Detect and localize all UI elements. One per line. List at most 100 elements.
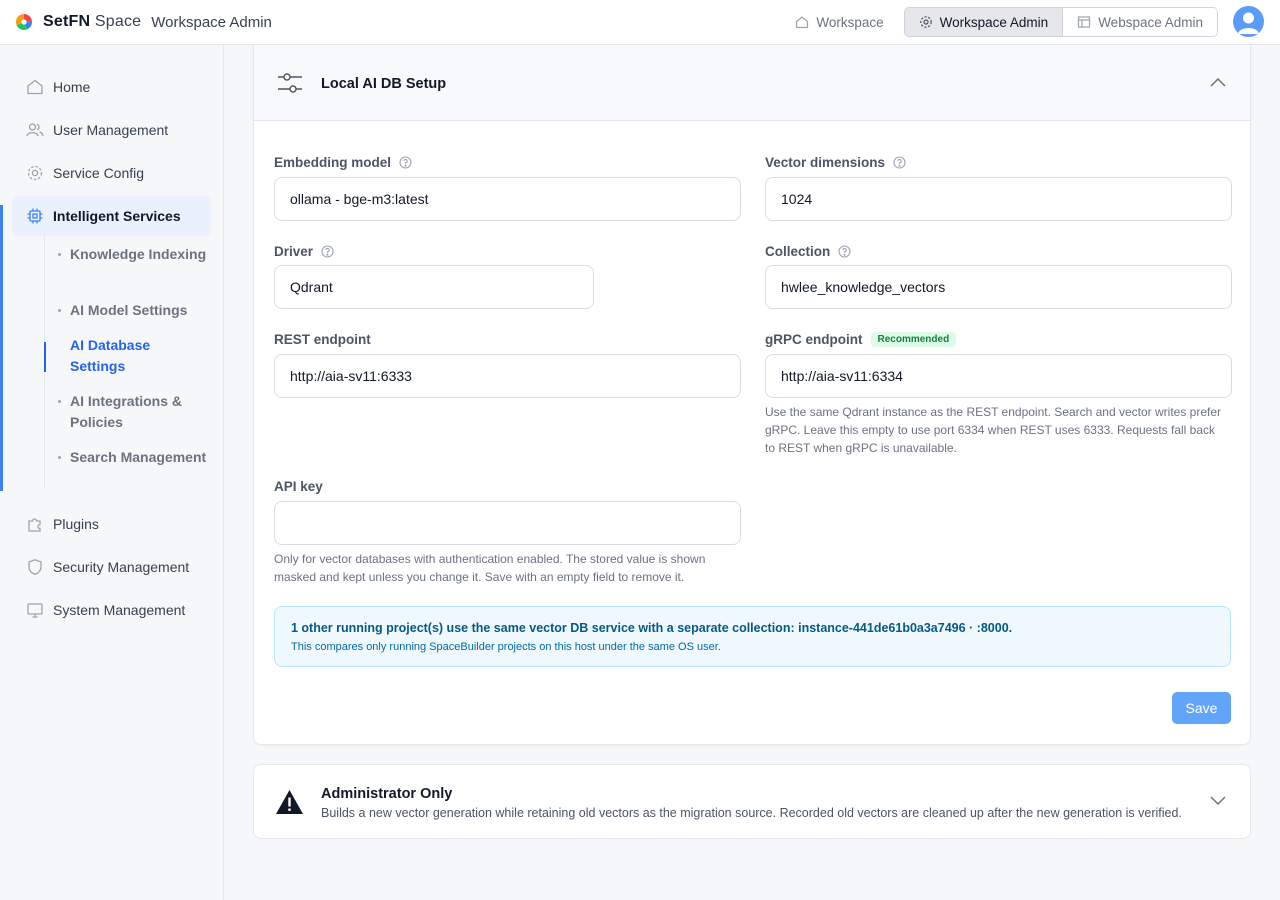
help-icon[interactable] <box>399 156 412 169</box>
nav-workspace-admin-label: Workspace Admin <box>939 14 1049 30</box>
rest-endpoint-label: REST endpoint <box>274 332 371 347</box>
puzzle-icon <box>28 518 41 532</box>
sidebar-item-label: Service Config <box>53 165 145 181</box>
brand-name-thin: Space <box>94 13 142 30</box>
recommended-badge: Recommended <box>870 332 957 347</box>
sidebar-item-label: System Management <box>53 602 186 618</box>
sliders-icon <box>278 73 302 93</box>
sidebar-item-label: User Management <box>53 122 169 138</box>
sidebar-item-plugins[interactable]: Plugins <box>12 504 211 544</box>
sidebar-subitem-label: AI Model Settings <box>70 302 188 318</box>
shared-db-info-box: 1 other running project(s) use the same … <box>274 606 1231 667</box>
driver-select[interactable]: Qdrant <box>274 265 594 309</box>
sidebar-item-label: Intelligent Services <box>53 208 181 224</box>
warning-icon <box>276 790 303 814</box>
admin-switcher: Workspace Admin Webspace Admin <box>903 7 1218 37</box>
vector-dimensions-input[interactable]: 1024 <box>765 177 1232 221</box>
nav-workspace-admin[interactable]: Workspace Admin <box>904 8 1064 36</box>
sidebar-item-user-management[interactable]: User Management <box>12 110 211 150</box>
api-key-input[interactable] <box>274 501 741 545</box>
brand-subtitle: Workspace Admin <box>151 13 272 31</box>
help-icon[interactable] <box>893 156 906 169</box>
bullet-dot <box>58 400 61 403</box>
info-main-text: 1 other running project(s) use the same … <box>291 621 1013 635</box>
vector-dimensions-value: 1024 <box>781 191 813 207</box>
sidebar-item-intelligent-services[interactable]: Intelligent Services <box>12 196 211 236</box>
save-button[interactable]: Save <box>1172 692 1231 724</box>
home-icon <box>27 79 43 95</box>
embedding-model-select[interactable]: ollama - bge-m3:latest <box>274 177 741 221</box>
submenu-active-bar <box>44 342 46 372</box>
sidebar-subitem-ai-model-settings[interactable]: AI Model Settings <box>58 300 208 321</box>
help-icon[interactable] <box>838 245 851 258</box>
users-icon <box>26 123 44 137</box>
user-avatar[interactable] <box>1233 6 1264 37</box>
info-sub-text: This compares only running SpaceBuilder … <box>291 641 721 653</box>
sidebar-subitem-ai-integrations[interactable]: AI Integrations & Policies <box>58 391 208 433</box>
gear-icon <box>27 165 43 181</box>
sidebar-item-home[interactable]: Home <box>12 67 211 107</box>
sidebar-item-service-config[interactable]: Service Config <box>12 153 211 193</box>
layout-icon <box>1078 16 1091 28</box>
sidebar-item-label: Plugins <box>53 516 99 532</box>
embedding-model-value: ollama - bge-m3:latest <box>290 191 429 207</box>
grpc-endpoint-label-text: gRPC endpoint <box>765 332 863 347</box>
sidebar-item-system-management[interactable]: System Management <box>12 590 211 630</box>
grpc-endpoint-help: Use the same Qdrant instance as the REST… <box>765 405 1222 455</box>
nav-webspace-admin[interactable]: Webspace Admin <box>1063 8 1217 36</box>
bullet-dot <box>58 456 61 459</box>
api-key-label-text: API key <box>274 479 323 494</box>
monitor-icon <box>27 603 43 618</box>
nav-webspace-admin-label: Webspace Admin <box>1098 14 1203 30</box>
sidebar-subitem-label: Search Management <box>70 449 207 465</box>
nav-workspace-label: Workspace <box>816 14 884 30</box>
bullet-dot <box>58 344 61 347</box>
chevron-up-icon[interactable] <box>1209 76 1227 88</box>
bullet-dot <box>58 309 61 312</box>
gear-icon <box>919 16 932 28</box>
sidebar-subitem-label: AI Integrations & Policies <box>70 393 183 430</box>
sidebar-item-security-management[interactable]: Security Management <box>12 547 211 587</box>
brand-name-bold: SetFN <box>43 13 91 30</box>
shield-icon <box>28 559 42 576</box>
collection-label: Collection <box>765 244 851 259</box>
nav-workspace[interactable]: Workspace <box>781 7 897 37</box>
chip-icon <box>27 208 43 224</box>
vector-dimensions-label-text: Vector dimensions <box>765 155 886 170</box>
driver-value: Qdrant <box>290 279 333 295</box>
grpc-endpoint-input[interactable]: http://aia-sv11:6334 <box>765 354 1232 398</box>
sidebar-active-accent <box>0 205 3 491</box>
driver-label-text: Driver <box>274 244 314 259</box>
top-nav: Workspace Workspace Admin Webspace Admin <box>781 7 1218 37</box>
brand[interactable]: SetFN Space Workspace Admin <box>15 13 272 31</box>
api-key-help: Only for vector databases with authentic… <box>274 552 706 584</box>
driver-label: Driver <box>274 244 334 259</box>
chevron-down-icon[interactable] <box>1209 795 1227 807</box>
sidebar-subitem-ai-database-settings[interactable]: AI Database Settings <box>58 335 208 377</box>
grpc-endpoint-label: gRPC endpoint Recommended <box>765 332 957 347</box>
embedding-model-label-text: Embedding model <box>274 155 392 170</box>
collection-label-text: Collection <box>765 244 831 259</box>
rest-endpoint-input[interactable]: http://aia-sv11:6333 <box>274 354 741 398</box>
admin-title: Administrator Only <box>321 786 453 802</box>
user-icon <box>1238 12 1259 34</box>
brand-logo-icon <box>15 13 33 31</box>
api-key-label: API key <box>274 479 323 494</box>
vector-dimensions-label: Vector dimensions <box>765 155 906 170</box>
sidebar-subitem-label: AI Database Settings <box>70 337 151 374</box>
collection-value: hwlee_knowledge_vectors <box>781 279 946 295</box>
sidebar-subitem-knowledge-indexing[interactable]: Knowledge Indexing <box>58 244 208 265</box>
administrator-only-card[interactable]: Administrator Only Builds a new vector g… <box>253 764 1251 839</box>
card-title: Local AI DB Setup <box>321 76 447 92</box>
collection-input[interactable]: hwlee_knowledge_vectors <box>765 265 1232 309</box>
sidebar-item-label: Security Management <box>53 559 190 575</box>
top-bar: SetFN Space Workspace Admin Workspace Wo… <box>0 0 1280 45</box>
sidebar-subitem-label: Knowledge Indexing <box>70 246 207 262</box>
grpc-endpoint-value: http://aia-sv11:6334 <box>781 368 903 384</box>
card-header[interactable]: Local AI DB Setup <box>254 45 1250 121</box>
sidebar-subitem-search-management[interactable]: Search Management <box>58 447 208 468</box>
help-icon[interactable] <box>321 245 334 258</box>
sidebar-item-label: Home <box>53 79 91 95</box>
bullet-dot <box>58 253 61 256</box>
admin-description: Builds a new vector generation while ret… <box>321 806 1182 820</box>
